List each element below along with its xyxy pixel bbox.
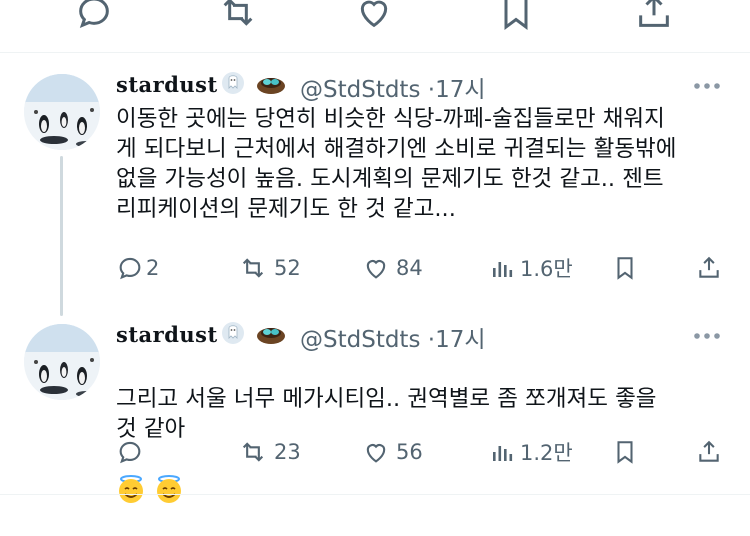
divider xyxy=(0,52,750,53)
retweet-count: 23 xyxy=(274,440,301,464)
heart-icon xyxy=(366,260,386,279)
reply-count: 2 xyxy=(146,256,160,280)
nest-emoji-icon xyxy=(257,328,285,344)
bookmark-icon xyxy=(617,441,633,464)
retweet-button[interactable]: 52 xyxy=(238,252,301,284)
timestamp[interactable]: 17시 xyxy=(435,327,485,353)
views-chart-icon xyxy=(493,446,513,461)
separator-dot: · xyxy=(427,327,436,353)
share-icon xyxy=(699,440,719,462)
share-icon[interactable] xyxy=(634,0,674,32)
ghost-emoji-icon xyxy=(222,72,244,94)
like-button[interactable]: 84 xyxy=(362,252,423,284)
thread-connector-line xyxy=(60,156,63,316)
tweet-text-content: 그리고 서울 너무 메가시티임.. 권역별로 좀 쪼개져도 좋을 것 같아 xyxy=(116,386,657,442)
like-count: 84 xyxy=(396,256,423,280)
tweet-text: 이동한 곳에는 당연히 비슷한 식당-까페-술집들로만 채워지 게 되다보니 근… xyxy=(116,106,677,222)
bookmark-icon xyxy=(617,257,633,280)
reply-icon xyxy=(119,257,141,280)
retweet-icon[interactable] xyxy=(218,0,258,32)
timestamp[interactable]: 17시 xyxy=(435,77,485,103)
share-icon xyxy=(699,256,719,278)
handle-and-time[interactable]: @StdStdts ·17시 xyxy=(300,320,486,354)
retweet-icon xyxy=(242,442,264,462)
bookmark-button[interactable] xyxy=(612,252,638,284)
bookmark-icon[interactable] xyxy=(496,0,536,32)
handle[interactable]: @StdStdts xyxy=(300,77,420,103)
reply-icon[interactable] xyxy=(74,0,114,32)
smiling-face-with-halo-icon xyxy=(157,475,181,503)
retweet-count: 52 xyxy=(274,256,301,280)
separator-dot: · xyxy=(427,77,436,103)
more-options-icon[interactable] xyxy=(692,80,722,92)
like-count: 56 xyxy=(396,440,423,464)
views-chart-icon xyxy=(493,262,513,277)
views-button[interactable]: 1.2만 xyxy=(490,436,573,468)
handle-and-time[interactable]: @StdStdts ·17시 xyxy=(300,70,486,104)
more-options-icon[interactable] xyxy=(692,330,722,342)
retweet-button[interactable]: 23 xyxy=(238,436,301,468)
avatar[interactable] xyxy=(24,324,100,400)
nest-emoji-icon xyxy=(257,78,285,94)
display-name[interactable]: stardust xyxy=(116,322,218,347)
emoji-row xyxy=(116,475,192,504)
views-button[interactable]: 1.6만 xyxy=(490,252,573,284)
ghost-emoji-icon xyxy=(222,322,244,344)
like-button[interactable]: 56 xyxy=(362,436,423,468)
retweet-icon xyxy=(242,258,264,278)
avatar[interactable] xyxy=(24,74,100,150)
handle[interactable]: @StdStdts xyxy=(300,327,420,353)
reply-button[interactable]: 2 xyxy=(116,252,159,284)
heart-icon xyxy=(366,444,386,463)
reply-icon xyxy=(119,441,141,464)
view-count: 1.6만 xyxy=(520,257,573,281)
reply-button[interactable] xyxy=(116,436,150,468)
bookmark-button[interactable] xyxy=(612,436,638,468)
view-count: 1.2만 xyxy=(520,441,573,465)
share-button[interactable] xyxy=(696,252,722,284)
share-button[interactable] xyxy=(696,436,722,468)
divider xyxy=(0,494,750,495)
smiling-face-with-halo-icon xyxy=(119,475,143,503)
display-name[interactable]: stardust xyxy=(116,72,218,97)
heart-icon[interactable] xyxy=(354,0,394,32)
